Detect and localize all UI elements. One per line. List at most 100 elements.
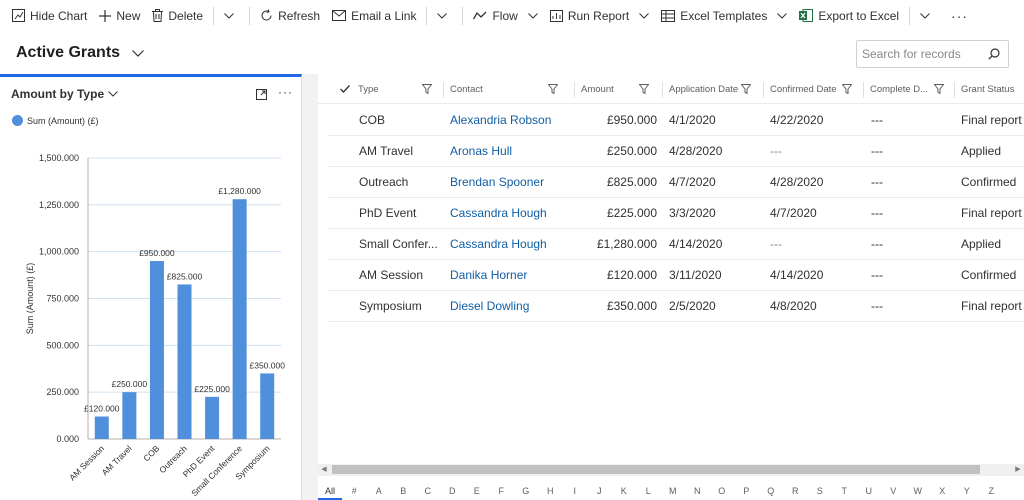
column-header-amount[interactable]: Amount: [581, 74, 655, 104]
bar[interactable]: [205, 396, 220, 439]
cell-contact-link[interactable]: Danika Horner: [450, 260, 575, 290]
alpha-filter-letter[interactable]: G: [514, 486, 539, 500]
table-row[interactable]: PhD Event Cassandra Hough £225.000 3/3/2…: [328, 198, 1024, 229]
alpha-filter-letter[interactable]: M: [661, 486, 686, 500]
cell-contact-link[interactable]: Cassandra Hough: [450, 229, 575, 259]
run-report-button[interactable]: Run Report: [544, 0, 655, 31]
column-header-application-date[interactable]: Application Date: [669, 74, 753, 104]
alpha-filter-letter[interactable]: O: [710, 486, 735, 500]
column-divider[interactable]: [574, 82, 575, 98]
search-box[interactable]: [856, 40, 1009, 68]
table-row[interactable]: COB Alexandria Robson £950.000 4/1/2020 …: [328, 105, 1024, 136]
column-divider[interactable]: [763, 82, 764, 98]
column-divider[interactable]: [443, 82, 444, 98]
table-row[interactable]: Outreach Brendan Spooner £825.000 4/7/20…: [328, 167, 1024, 198]
select-all-checkmark-icon[interactable]: [340, 85, 350, 93]
column-header-grant-status[interactable]: Grant Status: [961, 74, 1024, 104]
alpha-filter-letter[interactable]: Y: [955, 486, 980, 500]
new-button[interactable]: New: [93, 0, 146, 31]
alpha-filter-letter[interactable]: D: [440, 486, 465, 500]
column-header-contact[interactable]: Contact: [450, 74, 564, 104]
alpha-filter-letter[interactable]: X: [930, 486, 955, 500]
hide-chart-label: Hide Chart: [30, 8, 88, 23]
filter-icon[interactable]: [548, 84, 558, 94]
alpha-filter-letter[interactable]: S: [808, 486, 833, 500]
table-row[interactable]: AM Travel Aronas Hull £250.000 4/28/2020…: [328, 136, 1024, 167]
excel-templates-button[interactable]: Excel Templates: [655, 0, 793, 31]
alpha-filter-letter[interactable]: U: [857, 486, 882, 500]
alpha-filter-letter[interactable]: W: [906, 486, 931, 500]
column-header-complete-date[interactable]: Complete D...: [870, 74, 946, 104]
alpha-filter-letter[interactable]: Z: [979, 486, 1004, 500]
alpha-filter-letter[interactable]: C: [416, 486, 441, 500]
email-link-button[interactable]: Email a Link: [326, 0, 422, 31]
hide-chart-button[interactable]: Hide Chart: [6, 0, 93, 31]
export-options-dropdown[interactable]: [914, 0, 941, 31]
column-divider[interactable]: [662, 82, 663, 98]
filter-icon[interactable]: [422, 84, 432, 94]
alpha-filter-letter[interactable]: E: [465, 486, 490, 500]
more-commands-button[interactable]: ···: [941, 8, 978, 24]
bar[interactable]: [122, 392, 137, 439]
search-icon[interactable]: [988, 48, 1000, 60]
delete-button[interactable]: Delete: [146, 0, 209, 31]
view-title: Active Grants: [16, 44, 121, 61]
filter-icon[interactable]: [741, 84, 751, 94]
alpha-filter-letter[interactable]: F: [489, 486, 514, 500]
column-divider[interactable]: [954, 82, 955, 98]
alpha-filter-letter[interactable]: A: [367, 486, 392, 500]
filter-icon[interactable]: [934, 84, 944, 94]
alpha-filter-letter[interactable]: J: [587, 486, 612, 500]
alpha-filter-letter[interactable]: V: [881, 486, 906, 500]
cell-contact-link[interactable]: Diesel Dowling: [450, 291, 575, 321]
cell-contact-link[interactable]: Aronas Hull: [450, 136, 575, 166]
column-header-type[interactable]: Type: [358, 74, 438, 104]
bar[interactable]: [260, 373, 275, 439]
search-input[interactable]: [862, 47, 982, 61]
table-row[interactable]: Small Confer... Cassandra Hough £1,280.0…: [328, 229, 1024, 260]
alpha-filter-letter[interactable]: N: [685, 486, 710, 500]
cell-contact-link[interactable]: Cassandra Hough: [450, 198, 575, 228]
chevron-down-icon: [777, 12, 788, 19]
panel-splitter[interactable]: [302, 74, 318, 500]
alpha-filter-letter[interactable]: L: [636, 486, 661, 500]
bar[interactable]: [232, 199, 247, 439]
view-selector[interactable]: Active Grants: [16, 44, 144, 62]
horizontal-scrollbar[interactable]: ◀ ▶: [318, 464, 1024, 476]
scroll-left-arrow-icon[interactable]: ◀: [320, 466, 328, 474]
table-row[interactable]: Symposium Diesel Dowling £350.000 2/5/20…: [328, 291, 1024, 322]
alpha-filter-letter[interactable]: #: [342, 486, 367, 500]
cell-contact-link[interactable]: Brendan Spooner: [450, 167, 575, 197]
bar[interactable]: [94, 416, 109, 439]
column-divider[interactable]: [863, 82, 864, 98]
filter-icon[interactable]: [639, 84, 649, 94]
scroll-right-arrow-icon[interactable]: ▶: [1014, 466, 1022, 474]
filter-icon[interactable]: [842, 84, 852, 94]
alpha-filter-letter[interactable]: H: [538, 486, 563, 500]
flow-button[interactable]: Flow: [467, 0, 543, 31]
more-actions-dropdown[interactable]: [218, 0, 245, 31]
overflow-dropdown[interactable]: [431, 0, 458, 31]
bar[interactable]: [177, 284, 192, 439]
cell-contact-link[interactable]: Alexandria Robson: [450, 105, 575, 135]
bar[interactable]: [149, 261, 164, 439]
refresh-button[interactable]: Refresh: [254, 0, 326, 31]
alpha-filter-letter[interactable]: I: [563, 486, 588, 500]
alpha-filter-letter[interactable]: K: [612, 486, 637, 500]
alpha-filter-letter[interactable]: B: [391, 486, 416, 500]
alpha-filter-all[interactable]: All: [318, 486, 342, 500]
data-label: £1,280.000: [218, 186, 261, 196]
export-excel-button[interactable]: Export to Excel: [793, 0, 905, 31]
alpha-filter-letter[interactable]: T: [832, 486, 857, 500]
scrollbar-thumb[interactable]: [332, 465, 980, 474]
column-header-confirmed-date[interactable]: Confirmed Date: [770, 74, 854, 104]
cell-confirmed-date: 4/14/2020: [770, 268, 824, 282]
y-tick-label: 500.000: [46, 340, 79, 350]
cell-type: PhD Event: [359, 206, 417, 220]
plus-icon: [99, 9, 112, 22]
cell-type: COB: [359, 113, 386, 127]
table-row[interactable]: AM Session Danika Horner £120.000 3/11/2…: [328, 260, 1024, 291]
alpha-filter-letter[interactable]: P: [734, 486, 759, 500]
alpha-filter-letter[interactable]: R: [783, 486, 808, 500]
alpha-filter-letter[interactable]: Q: [759, 486, 784, 500]
